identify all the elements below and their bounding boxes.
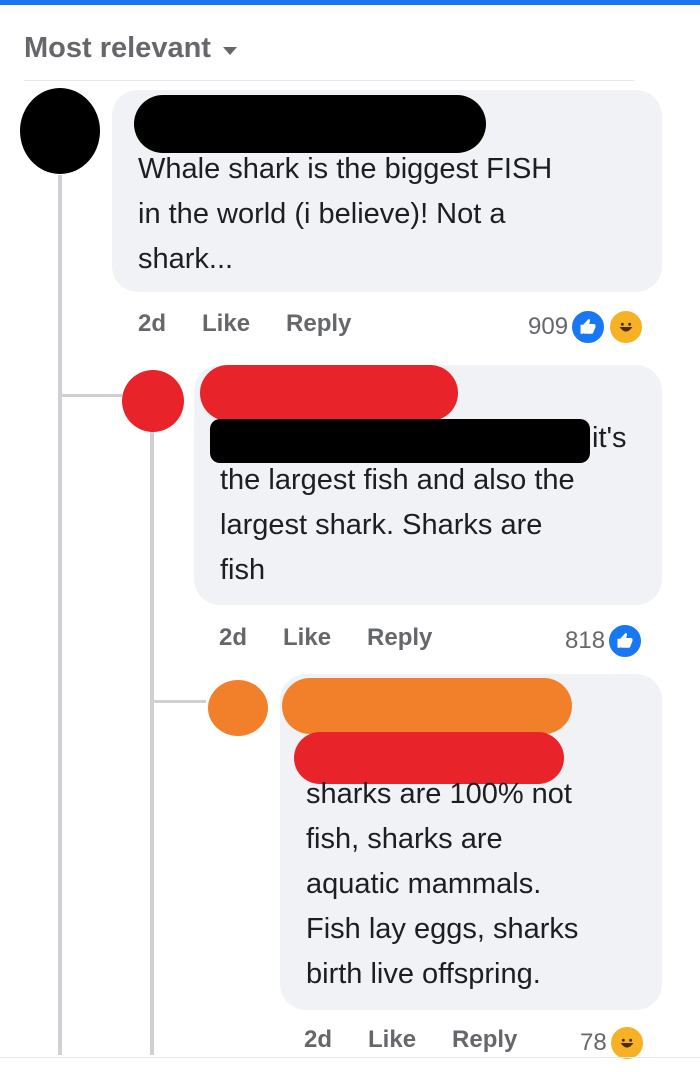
like-icon <box>570 309 607 345</box>
reaction-count: 818 <box>565 627 606 654</box>
comment-actions: 2d Like Reply <box>304 1026 553 1054</box>
reaction-summary[interactable]: 909 <box>528 309 645 345</box>
comment-actions: 2d Like Reply <box>219 624 468 652</box>
top-accent-bar <box>0 0 700 5</box>
caret-down-icon <box>222 46 237 55</box>
sort-label: Most relevant <box>24 32 211 64</box>
comment-time[interactable]: 2d <box>219 624 247 652</box>
thread-connector-1 <box>58 394 122 397</box>
like-icon <box>607 623 644 659</box>
redacted-text <box>210 419 590 463</box>
haha-icon <box>608 1025 645 1061</box>
redacted-author-name <box>134 95 486 153</box>
comment-time[interactable]: 2d <box>304 1026 332 1054</box>
reaction-count: 909 <box>528 313 569 340</box>
like-button[interactable]: Like <box>368 1026 416 1054</box>
comment-time[interactable]: 2d <box>138 310 166 338</box>
comment-text: Whale shark is the biggest FISH in the w… <box>138 153 553 275</box>
reply-button[interactable]: Reply <box>452 1026 517 1054</box>
comment-text-lead: it's <box>592 422 627 454</box>
thread-line-reply <box>150 430 154 1055</box>
reply-button[interactable]: Reply <box>367 624 432 652</box>
haha-icon <box>608 309 645 345</box>
reaction-summary[interactable]: 78 <box>580 1025 645 1061</box>
avatar-redacted[interactable] <box>122 370 184 432</box>
comment-bubble: sharks are 100% not fish, sharks are aqu… <box>280 674 662 1010</box>
reply-button[interactable]: Reply <box>286 310 351 338</box>
avatar-redacted[interactable] <box>208 680 268 736</box>
comment-bubble: Whale shark is the biggest FISH in the w… <box>112 90 662 292</box>
comment-text: sharks are 100% not fish, sharks are aqu… <box>306 778 579 990</box>
comments-section: Most relevant Whale shark is the biggest… <box>0 0 700 1072</box>
reaction-count: 78 <box>580 1029 607 1056</box>
thread-line-main <box>58 175 62 1055</box>
redacted-author-name <box>282 678 572 734</box>
reaction-summary[interactable]: 818 <box>565 623 644 659</box>
bottom-divider <box>0 1057 700 1058</box>
sort-dropdown[interactable]: Most relevant <box>24 32 237 65</box>
comment-text: the largest fish and also the largest sh… <box>220 464 575 586</box>
like-button[interactable]: Like <box>283 624 331 652</box>
avatar-redacted[interactable] <box>20 88 100 174</box>
comment-bubble: it's the largest fish and also the large… <box>194 365 662 605</box>
comment-actions: 2d Like Reply <box>138 310 387 338</box>
divider <box>24 80 634 81</box>
redacted-author-name <box>200 365 458 421</box>
like-button[interactable]: Like <box>202 310 250 338</box>
thread-connector-2 <box>150 700 206 703</box>
